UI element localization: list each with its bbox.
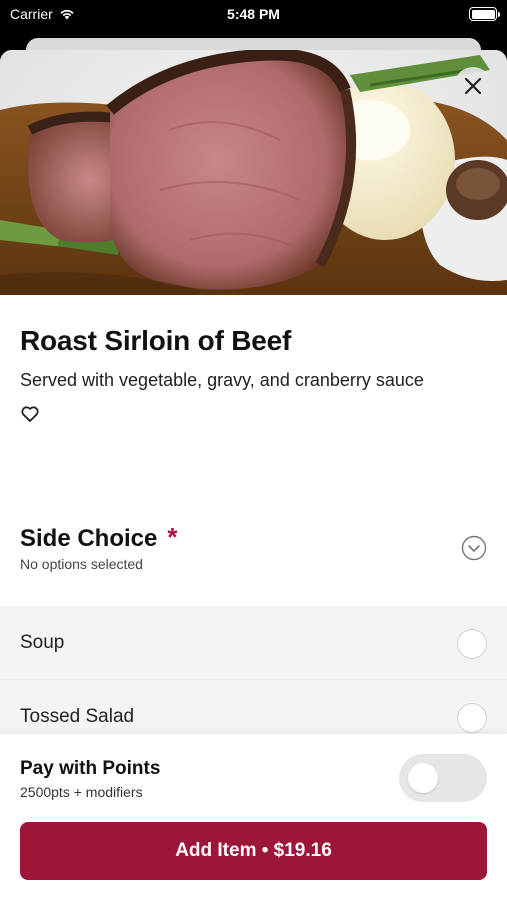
option-label: Soup <box>20 632 65 653</box>
required-marker: * <box>167 522 178 552</box>
side-choice-header[interactable]: Side Choice * No options selected <box>0 510 507 606</box>
battery-icon <box>469 7 500 21</box>
chevron-down-circle-icon <box>461 535 487 561</box>
pay-with-points-subtitle: 2500pts + modifiers <box>20 784 143 800</box>
add-item-button[interactable]: Add Item • $19.16 <box>20 822 487 880</box>
close-icon <box>464 77 482 95</box>
option-row-soup[interactable]: Soup <box>0 606 507 680</box>
status-bar: Carrier 5:48 PM <box>0 0 507 30</box>
heart-outline-icon <box>21 406 39 422</box>
option-label: Tossed Salad <box>20 706 135 727</box>
option-radio[interactable] <box>457 703 487 733</box>
order-footer: Pay with Points 2500pts + modifiers Add … <box>0 734 507 900</box>
item-title: Roast Sirloin of Beef <box>20 325 292 356</box>
favorite-button[interactable] <box>20 404 40 424</box>
item-detail-sheet: Roast Sirloin of Beef Served with vegeta… <box>0 50 507 900</box>
clock: 5:48 PM <box>227 6 280 22</box>
side-choice-label: Side Choice <box>20 525 158 552</box>
item-hero-image <box>0 50 507 295</box>
toggle-knob <box>408 763 438 793</box>
side-choice-subtitle: No options selected <box>20 556 143 572</box>
pay-with-points-title: Pay with Points <box>20 758 161 779</box>
item-description: Served with vegetable, gravy, and cranbe… <box>20 370 424 390</box>
item-info: Roast Sirloin of Beef Served with vegeta… <box>0 295 507 424</box>
collapse-side-choice-button[interactable] <box>461 535 487 561</box>
option-radio[interactable] <box>457 629 487 659</box>
roast-beef-photo <box>0 50 507 295</box>
close-button[interactable] <box>454 67 492 105</box>
pay-with-points-toggle[interactable] <box>399 754 487 802</box>
side-choice-title: Side Choice * <box>20 522 178 553</box>
